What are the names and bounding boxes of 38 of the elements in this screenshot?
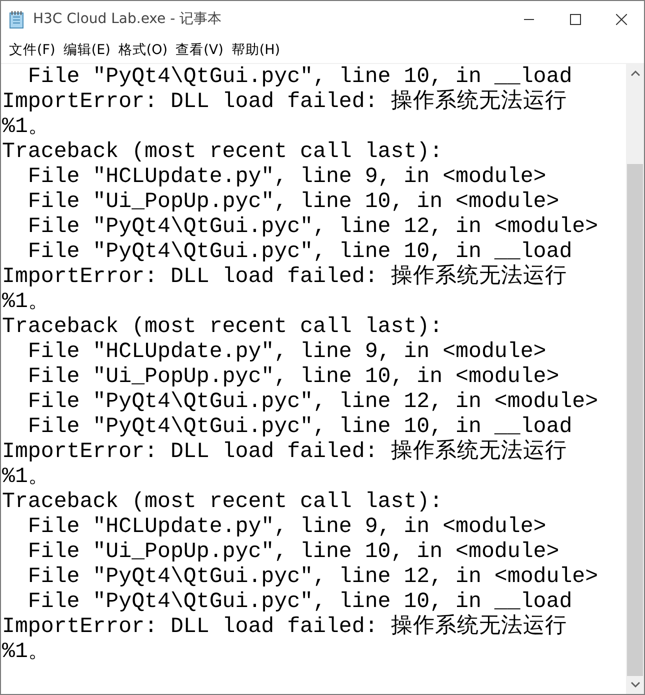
menu-item[interactable]: 查看(V) [172,40,228,61]
text-line: ImportError: DLL load failed: 操作系统无法运行 [2,90,567,115]
text-line: File "HCLUpdate.py", line 9, in <module> [26,340,546,365]
scrollbar-thumb[interactable] [627,164,643,676]
scrollbar[interactable] [626,64,644,694]
text-line: %1。 [2,115,50,140]
text-line: File "HCLUpdate.py", line 9, in <module> [26,165,546,190]
notepad-icon [9,10,25,28]
window-title: H3C Cloud Lab.exe - 记事本 [33,10,223,29]
menu-item[interactable]: 文件(F) [5,40,60,61]
text-line: File "PyQt4\QtGui.pyc", line 10, in __load [26,415,572,439]
scroll-up-icon[interactable] [630,70,640,76]
text-line: File "PyQt4\QtGui.pyc", line 10, in __load [26,240,572,264]
text-line: Traceback (most recent call last): [2,140,443,165]
text-line: File "HCLUpdate.py", line 9, in <module> [26,515,546,540]
text-line: File "Ui_PopUp.pyc", line 10, in <module> [26,540,560,565]
text-line: File "PyQt4\QtGui.pyc", line 12, in <module> [26,390,598,415]
menu-item[interactable]: 编辑(E) [59,40,114,61]
text-line: File "PyQt4\QtGui.pyc", line 12, in <module> [26,215,598,240]
maximize-icon [570,14,580,25]
text-line: File "Ui_PopUp.pyc", line 10, in <module> [26,190,560,215]
text-line: File "PyQt4\QtGui.pyc", line 10, in __load [26,65,572,89]
text-line: Traceback (most recent call last): [2,315,443,340]
text-line: ImportError: DLL load failed: 操作系统无法运行 [2,615,567,640]
minimize-icon [524,19,534,20]
text-line: Traceback (most recent call last): [2,490,443,515]
text-line: ImportError: DLL load failed: 操作系统无法运行 [2,440,567,465]
text-line: File "PyQt4\QtGui.pyc", line 12, in <module> [26,565,598,590]
menu-item[interactable]: 帮助(H) [227,40,284,61]
text-line: ImportError: DLL load failed: 操作系统无法运行 [2,265,567,290]
text-line: File "Ui_PopUp.pyc", line 10, in <module> [26,365,560,390]
close-icon [616,14,626,25]
text-line: %1。 [2,640,50,665]
scroll-down-icon[interactable] [630,682,640,688]
menu-item[interactable]: 格式(O) [114,40,172,61]
text-line: File "PyQt4\QtGui.pyc", line 10, in __load [26,590,572,614]
text-line: %1。 [2,465,50,490]
text-line: %1。 [2,290,50,315]
